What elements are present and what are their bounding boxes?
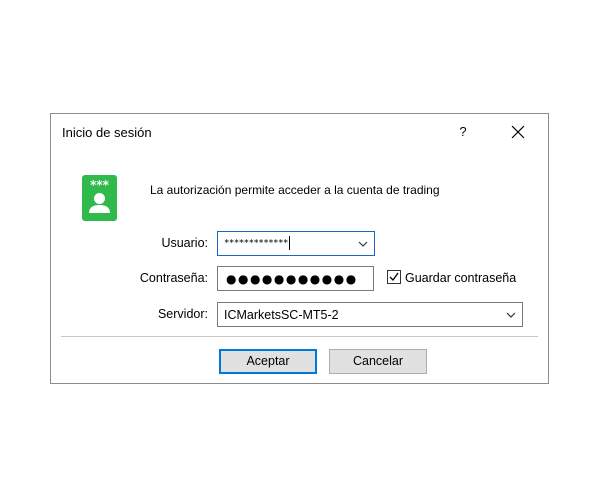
login-dialog: Inicio de sesión ? *** La autorización p… xyxy=(50,113,549,384)
chevron-down-icon[interactable] xyxy=(357,238,369,250)
chevron-down-icon[interactable] xyxy=(505,309,517,321)
intro-text: La autorización permite acceder a la cue… xyxy=(150,183,440,197)
close-button[interactable] xyxy=(509,123,527,141)
server-combobox[interactable]: ICMarketsSC-MT5-2 xyxy=(217,302,523,327)
help-button[interactable]: ? xyxy=(456,124,470,140)
user-key-icon: *** xyxy=(82,175,117,221)
dialog-title: Inicio de sesión xyxy=(62,125,152,140)
separator xyxy=(61,336,538,337)
user-label: Usuario: xyxy=(161,236,208,250)
checkmark-icon xyxy=(389,272,399,282)
server-value: ICMarketsSC-MT5-2 xyxy=(224,308,339,322)
cancel-button[interactable]: Cancelar xyxy=(329,349,427,374)
close-icon xyxy=(511,125,525,139)
ok-button[interactable]: Aceptar xyxy=(219,349,317,374)
password-value: ●●●●●●●●●●● xyxy=(226,272,358,286)
save-password-checkbox[interactable] xyxy=(387,270,401,284)
title-bar: Inicio de sesión ? xyxy=(51,114,548,150)
server-label: Servidor: xyxy=(157,307,208,321)
user-value: ************* xyxy=(224,236,290,250)
user-combobox[interactable]: ************* xyxy=(217,231,375,256)
password-stars: *** xyxy=(90,178,110,192)
password-label: Contraseña: xyxy=(139,271,208,285)
password-field[interactable]: ●●●●●●●●●●● xyxy=(217,266,374,291)
text-caret xyxy=(288,236,290,250)
save-password-label[interactable]: Guardar contraseña xyxy=(405,271,516,285)
